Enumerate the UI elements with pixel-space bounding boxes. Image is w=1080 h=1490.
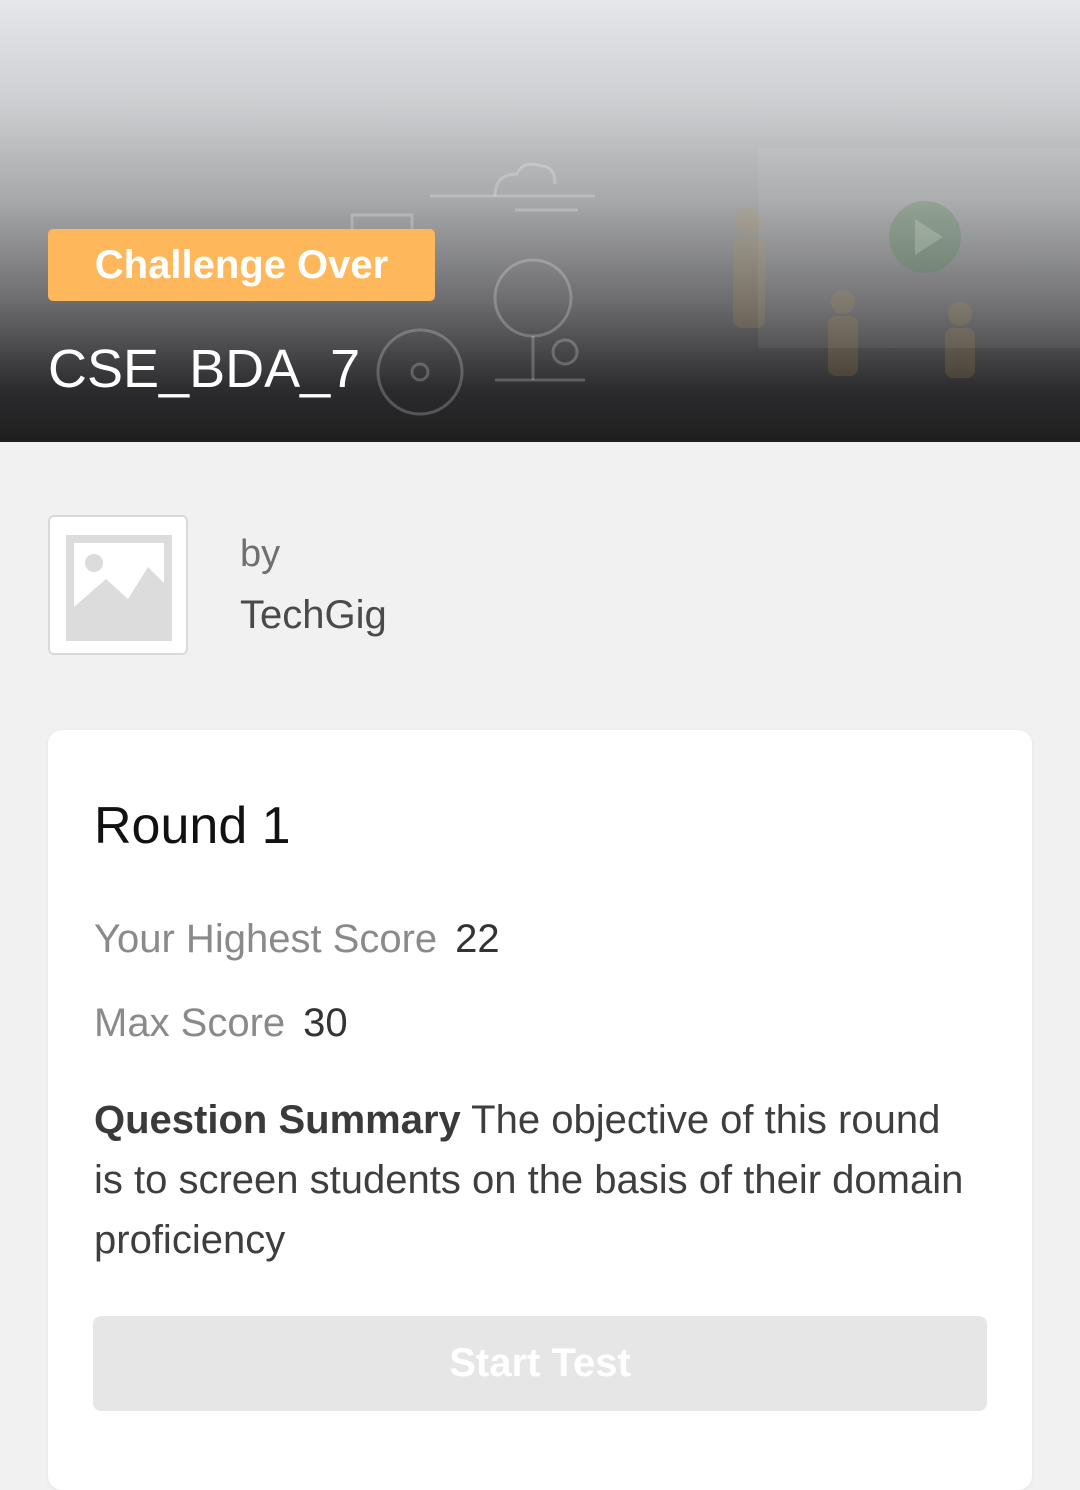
max-score-label: Max Score (94, 1001, 286, 1045)
highest-score-row: Your Highest Score 22 (94, 914, 500, 964)
organizer-by-label: by (240, 533, 281, 575)
round-title: Round 1 (94, 797, 291, 855)
challenge-banner: Challenge Over CSE_BDA_7 (0, 0, 1080, 442)
max-score-row: Max Score 30 (94, 998, 348, 1048)
highest-score-label: Your Highest Score (94, 917, 438, 961)
round-card: Round 1 Your Highest Score 22 Max Score 30… (48, 730, 1032, 1490)
question-summary-label: Question Summary (94, 1098, 461, 1142)
organizer-logo (48, 515, 188, 655)
start-test-button[interactable]: Start Test (93, 1316, 987, 1411)
image-placeholder-icon (66, 535, 172, 641)
challenge-title: CSE_BDA_7 (48, 339, 361, 399)
highest-score-value: 22 (455, 917, 500, 961)
max-score-value: 30 (303, 1001, 348, 1045)
challenge-status-badge: Challenge Over (48, 229, 435, 301)
organizer-name: TechGig (240, 593, 387, 637)
question-summary: Question Summary The objective of this r… (94, 1090, 974, 1270)
